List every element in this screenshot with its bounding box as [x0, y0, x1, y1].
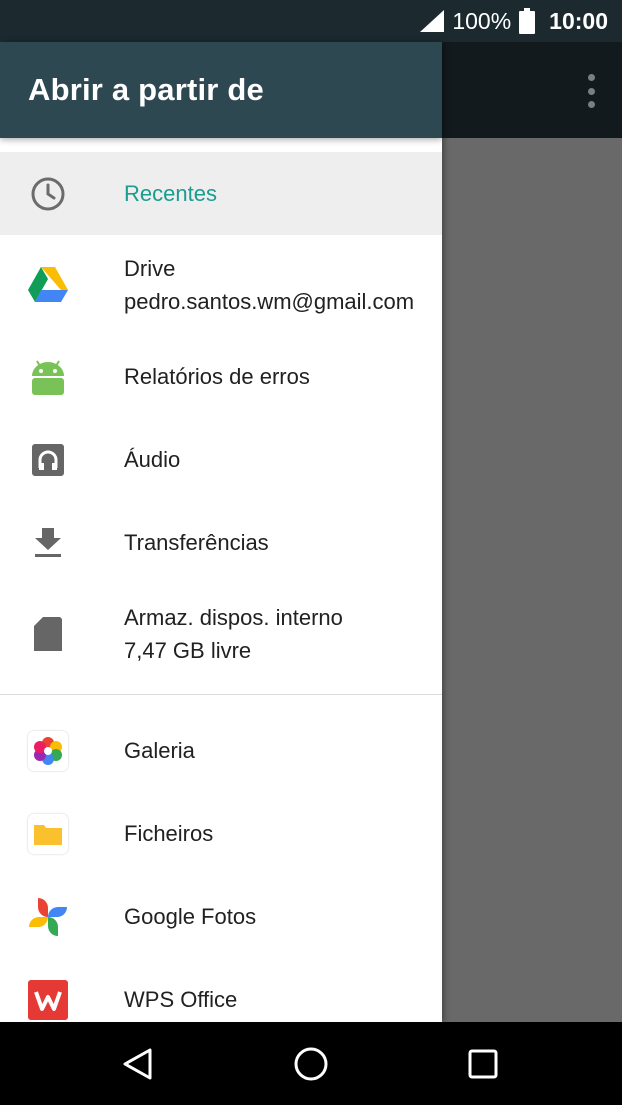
root-item-label: Drive: [124, 256, 176, 281]
root-item-label: Relatórios de erros: [124, 364, 310, 389]
sd-card-icon: [28, 614, 68, 654]
root-item-label: Armaz. dispos. interno: [124, 605, 343, 630]
root-item-armazenamento[interactable]: Armaz. dispos. interno 7,47 GB livre: [0, 584, 442, 684]
root-item-subtitle: 7,47 GB livre: [124, 638, 252, 663]
status-indicators: 100% 10:00: [420, 0, 608, 42]
app-item-google-fotos[interactable]: Google Fotos: [0, 875, 442, 958]
drawer-header: Abrir a partir de: [0, 42, 442, 138]
app-item-label: Google Fotos: [124, 904, 257, 929]
gallery-icon: [28, 730, 68, 771]
clock-icon: [28, 174, 68, 214]
wps-office-icon: [28, 979, 68, 1020]
app-item-ficheiros[interactable]: Ficheiros: [0, 792, 442, 875]
root-item-label: Áudio: [124, 447, 181, 472]
drawer-title: Abrir a partir de: [28, 72, 264, 107]
app-item-wps-office[interactable]: WPS Office: [0, 958, 442, 1022]
root-item-transferencias[interactable]: Transferências: [0, 501, 442, 584]
root-item-label: Recentes: [124, 181, 217, 206]
app-item-label: Ficheiros: [124, 821, 214, 846]
system-navigation-bar: [0, 1022, 622, 1105]
recents-icon[interactable]: [459, 1040, 507, 1088]
root-item-subtitle: pedro.santos.wm@gmail.com: [124, 289, 415, 314]
battery-icon: [519, 8, 536, 34]
app-item-galeria[interactable]: Galeria: [0, 709, 442, 792]
root-item-label: Transferências: [124, 530, 269, 555]
root-item-audio[interactable]: Áudio: [0, 418, 442, 501]
signal-icon: [420, 10, 445, 32]
status-bar: 100% 10:00: [0, 0, 622, 42]
divider: [0, 694, 442, 695]
google-drive-icon: [28, 265, 68, 305]
clock: 10:00: [549, 7, 608, 34]
home-icon[interactable]: [287, 1040, 335, 1088]
app-item-label: Galeria: [124, 738, 195, 763]
overflow-menu-icon[interactable]: [586, 74, 596, 108]
roots-list: Recentes Drive pedro.santos.wm@gmail.com: [0, 138, 442, 1022]
folder-icon: [28, 813, 68, 854]
root-item-recentes[interactable]: Recentes: [0, 152, 442, 235]
app-item-label: WPS Office: [124, 987, 238, 1012]
back-icon[interactable]: [114, 1040, 162, 1088]
root-item-drive[interactable]: Drive pedro.santos.wm@gmail.com: [0, 235, 442, 335]
root-item-relatorios[interactable]: Relatórios de erros: [0, 335, 442, 418]
google-photos-icon: [28, 897, 68, 937]
download-icon: [28, 523, 68, 563]
android-icon: [28, 357, 68, 397]
headphones-icon: [28, 440, 68, 480]
navigation-drawer: Abrir a partir de Recentes Drive pedro.s…: [0, 42, 442, 1022]
battery-percent: 100%: [452, 7, 512, 34]
